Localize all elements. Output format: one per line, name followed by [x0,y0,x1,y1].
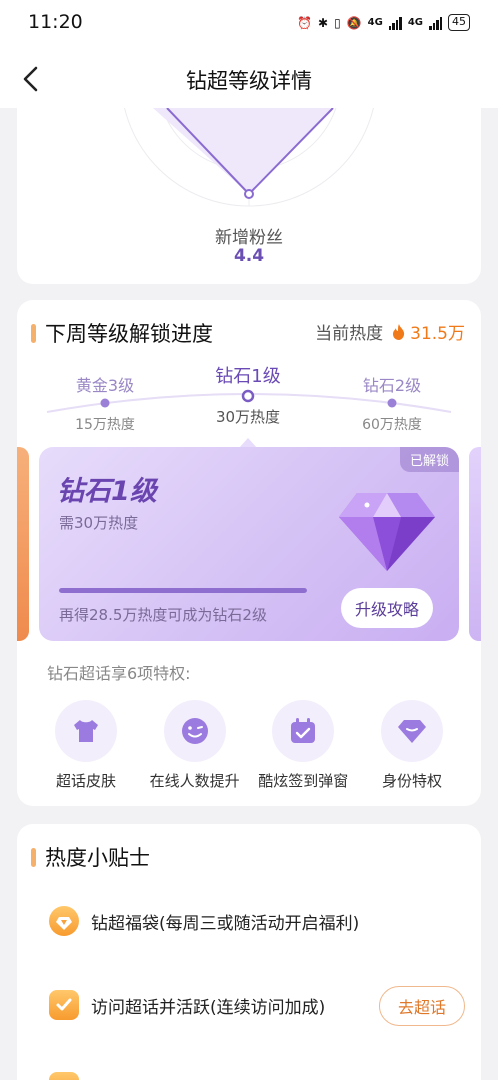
privileges-list: 超话皮肤 在线人数提升 酷炫签到弹窗 身份特权 [33,700,465,791]
next-level-card-edge[interactable] [469,447,481,641]
card-progress-bar [59,588,307,593]
signal-icon [388,16,402,30]
lucky-bag-icon [49,906,79,936]
wink-face-icon [163,700,226,762]
mute-icon: 🔕 [346,15,362,30]
level-heat: 60万热度 [362,417,422,433]
level-card[interactable]: 已解锁 钻石1级 需30万热度 再得28.5万热度可成为钻石2级 升级攻略 [39,447,459,641]
level-item[interactable]: 钻石2级 60万热度 [337,372,447,434]
section-header: 下周等级解锁进度 [31,318,213,348]
privilege-label: 超话皮肤 [55,772,116,790]
vibrate-icon: ▯ [334,15,341,30]
radar-chart-card: 新增粉丝 4.4 [17,108,481,284]
section-accent-bar [31,847,36,867]
current-heat-value: 31.5万 [410,324,465,344]
card-level-name: 钻石1级 [57,476,157,507]
checkmark-icon [49,990,79,1020]
unlocked-badge: 已解锁 [399,447,459,472]
level-progress-card: 下周等级解锁进度 当前热度 31.5万 黄金3级 15万热度 钻石1级 30万热… [17,300,481,806]
tip-item-partial [49,1072,469,1080]
privilege-label: 酷炫签到弹窗 [258,772,349,790]
card-level-requirement: 需30万热度 [59,514,139,532]
current-heat: 当前热度 31.5万 [315,319,465,344]
level-heat: 15万热度 [75,417,135,433]
heat-tips-card: 热度小贴士 钻超福袋(每周三或随活动开启福利) 访问超话并活跃(连续访问加成) … [17,824,481,1080]
level-item-active[interactable]: 钻石1级 30万热度 [193,362,303,427]
privileges-title: 钻石超话享6项特权: [47,664,191,683]
battery-icon: 45 [448,14,470,31]
radar-axis-value: 4.4 [233,246,265,266]
current-heat-label: 当前热度 [315,324,384,344]
status-bar: 11:20 ⏰ ✱ ▯ 🔕 4G 4G 45 [0,0,498,50]
upgrade-guide-button[interactable]: 升级攻略 [340,588,433,628]
status-time: 11:20 [28,11,83,33]
shirt-icon [55,700,117,762]
privilege-item[interactable]: 身份特权 [359,700,465,791]
level-name: 钻石2级 [362,376,422,395]
privilege-label: 身份特权 [381,772,442,790]
level-track: 黄金3级 15万热度 钻石1级 30万热度 钻石2级 60万热度 [17,356,481,448]
prev-level-card-edge[interactable] [17,447,29,641]
section-header: 热度小贴士 [31,842,150,872]
radar-axis-label: 新增粉丝 [215,228,283,248]
level-heat: 30万热度 [215,408,281,426]
section-title: 热度小贴士 [45,846,150,870]
go-supertopic-button[interactable]: 去超话 [378,986,465,1026]
diamond-gem-icon [339,493,435,571]
navbar: 钻超等级详情 [0,50,498,108]
page-title: 钻超等级详情 [186,69,312,93]
signal-icon [429,16,442,30]
level-item[interactable]: 黄金3级 15万热度 [50,372,160,434]
bluetooth-icon: ✱ [318,15,329,30]
privilege-label: 在线人数提升 [149,772,240,790]
page: 11:20 ⏰ ✱ ▯ 🔕 4G 4G 45 钻超等级详情 新增粉丝 4.4 下… [0,0,498,1080]
privilege-item[interactable]: 酷炫签到弹窗 [250,700,356,791]
status-icons: ⏰ ✱ ▯ 🔕 4G 4G 45 [297,14,470,31]
section-title: 下周等级解锁进度 [45,322,213,346]
tip-text: 访问超话并活跃(连续访问加成) [91,997,326,1018]
alarm-icon: ⏰ [297,15,313,30]
privilege-item[interactable]: 在线人数提升 [142,700,248,791]
level-name: 黄金3级 [75,376,135,395]
privilege-item[interactable]: 超话皮肤 [33,700,139,791]
flame-icon [393,323,405,340]
calendar-check-icon [272,700,335,762]
card-upgrade-tip: 再得28.5万热度可成为钻石2级 [59,606,267,624]
task-icon [49,1072,79,1080]
level-name: 钻石1级 [215,366,281,387]
network-label-1: 4G [367,17,383,28]
card-progress-fill [59,588,307,593]
tip-item: 钻超福袋(每周三或随活动开启福利) [49,906,469,936]
section-accent-bar [31,323,36,343]
network-label-2: 4G [407,17,423,28]
diamond-icon [380,700,443,762]
radar-point [244,189,254,199]
tip-text: 钻超福袋(每周三或随活动开启福利) [91,913,360,934]
